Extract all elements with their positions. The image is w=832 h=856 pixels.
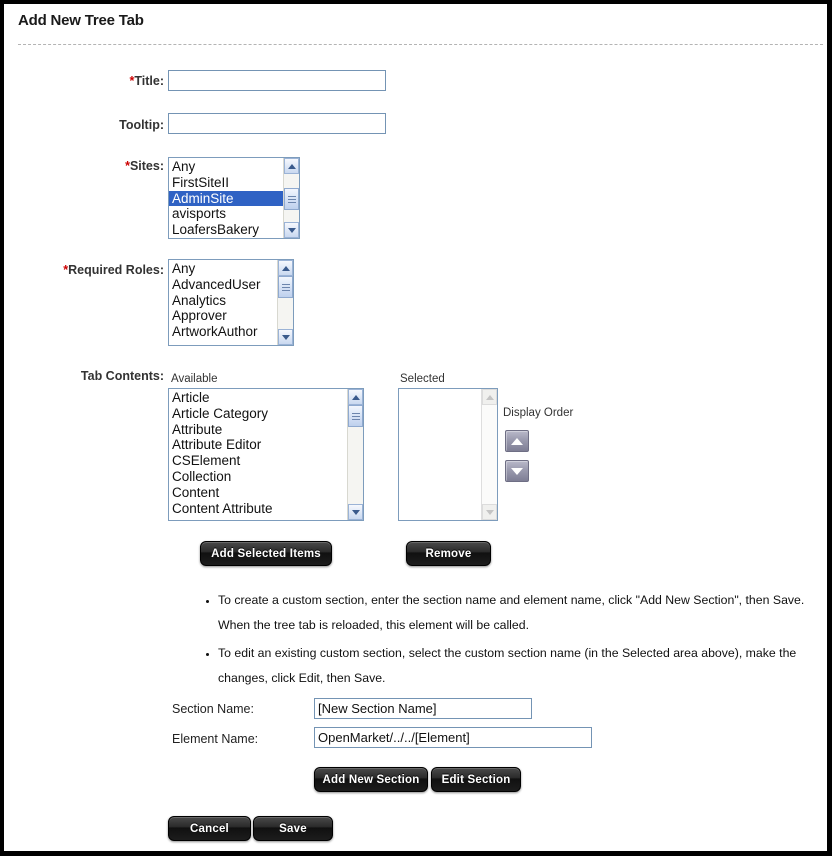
list-item[interactable]: Content bbox=[169, 485, 347, 501]
scroll-up-icon[interactable] bbox=[348, 389, 363, 405]
list-item[interactable]: AdvancedUser bbox=[169, 277, 277, 293]
sites-label: *Sites: bbox=[125, 159, 164, 173]
required-roles-label: *Required Roles: bbox=[63, 263, 164, 277]
available-listbox[interactable]: Article Article Category Attribute Attri… bbox=[168, 388, 364, 521]
page-title: Add New Tree Tab bbox=[18, 12, 144, 29]
scroll-down-icon[interactable] bbox=[278, 329, 293, 345]
section-name-input[interactable] bbox=[314, 698, 532, 719]
list-item[interactable]: Attribute bbox=[169, 422, 347, 438]
list-item[interactable]: ArtworkAuthor bbox=[169, 324, 277, 340]
list-item[interactable]: Article bbox=[169, 390, 347, 406]
list-item[interactable]: Attribute Editor bbox=[169, 437, 347, 453]
scroll-down-icon[interactable] bbox=[284, 222, 299, 238]
scrollbar-track bbox=[482, 405, 497, 504]
scroll-up-icon[interactable] bbox=[278, 260, 293, 276]
add-selected-items-button[interactable]: Add Selected Items bbox=[200, 541, 332, 566]
instructions-list: To create a custom section, enter the se… bbox=[200, 588, 825, 694]
scrollbar-thumb[interactable] bbox=[348, 405, 363, 427]
available-scrollbar[interactable] bbox=[347, 389, 363, 520]
sites-listbox[interactable]: Any FirstSiteII AdminSite avisports Loaf… bbox=[168, 157, 300, 239]
header-divider bbox=[18, 44, 823, 45]
tab-contents-label: Tab Contents: bbox=[80, 369, 164, 383]
move-down-button[interactable] bbox=[505, 460, 529, 482]
selected-option-list bbox=[399, 389, 481, 520]
scroll-up-icon[interactable] bbox=[284, 158, 299, 174]
element-name-label: Element Name: bbox=[172, 732, 259, 746]
remove-button[interactable]: Remove bbox=[406, 541, 491, 566]
scroll-up-icon bbox=[482, 389, 497, 405]
list-item[interactable]: avisports bbox=[169, 206, 283, 222]
list-item[interactable]: Approver bbox=[169, 308, 277, 324]
selected-scrollbar bbox=[481, 389, 497, 520]
selected-listbox[interactable] bbox=[398, 388, 498, 521]
selected-caption: Selected bbox=[400, 373, 445, 385]
scrollbar-track[interactable] bbox=[284, 174, 299, 222]
list-item: To edit an existing custom section, sele… bbox=[218, 641, 825, 691]
list-item-selected[interactable]: AdminSite bbox=[169, 190, 283, 207]
title-input[interactable] bbox=[168, 70, 386, 91]
tooltip-label: Tooltip: bbox=[119, 118, 164, 132]
add-new-tree-tab-dialog: Add New Tree Tab *Title: Tooltip: *Sites… bbox=[0, 0, 832, 856]
list-item[interactable]: LoafersBakery bbox=[169, 222, 283, 238]
scrollbar-track[interactable] bbox=[348, 405, 363, 504]
add-new-section-button[interactable]: Add New Section bbox=[314, 767, 428, 792]
sites-scrollbar[interactable] bbox=[283, 158, 299, 238]
move-up-button[interactable] bbox=[505, 430, 529, 452]
title-label: *Title: bbox=[129, 74, 164, 88]
list-item[interactable]: Collection bbox=[169, 469, 347, 485]
available-caption: Available bbox=[171, 373, 218, 385]
list-item[interactable]: CSElement bbox=[169, 453, 347, 469]
scrollbar-thumb[interactable] bbox=[284, 188, 299, 210]
scroll-down-icon[interactable] bbox=[348, 504, 363, 520]
list-item[interactable]: Any bbox=[169, 159, 283, 175]
sites-option-list: Any FirstSiteII AdminSite avisports Loaf… bbox=[169, 158, 283, 238]
scroll-down-icon bbox=[482, 504, 497, 520]
element-name-input[interactable] bbox=[314, 727, 592, 748]
list-item[interactable]: Article Category bbox=[169, 406, 347, 422]
section-name-label: Section Name: bbox=[172, 702, 254, 716]
arrow-down-icon bbox=[511, 467, 523, 475]
list-item[interactable]: FirstSiteII bbox=[169, 175, 283, 191]
arrow-up-icon bbox=[511, 437, 523, 445]
list-item[interactable]: Content Attribute bbox=[169, 501, 347, 517]
cancel-button[interactable]: Cancel bbox=[168, 816, 251, 841]
available-option-list: Article Article Category Attribute Attri… bbox=[169, 389, 347, 520]
tooltip-input[interactable] bbox=[168, 113, 386, 134]
save-button[interactable]: Save bbox=[253, 816, 333, 841]
list-item[interactable]: Analytics bbox=[169, 293, 277, 309]
scrollbar-thumb[interactable] bbox=[278, 276, 293, 298]
list-item[interactable]: Any bbox=[169, 261, 277, 277]
list-item: To create a custom section, enter the se… bbox=[218, 588, 825, 638]
display-order-caption: Display Order bbox=[503, 407, 574, 419]
required-roles-listbox[interactable]: Any AdvancedUser Analytics Approver Artw… bbox=[168, 259, 294, 346]
required-roles-option-list: Any AdvancedUser Analytics Approver Artw… bbox=[169, 260, 277, 345]
edit-section-button[interactable]: Edit Section bbox=[431, 767, 521, 792]
scrollbar-track[interactable] bbox=[278, 276, 293, 329]
required-roles-scrollbar[interactable] bbox=[277, 260, 293, 345]
